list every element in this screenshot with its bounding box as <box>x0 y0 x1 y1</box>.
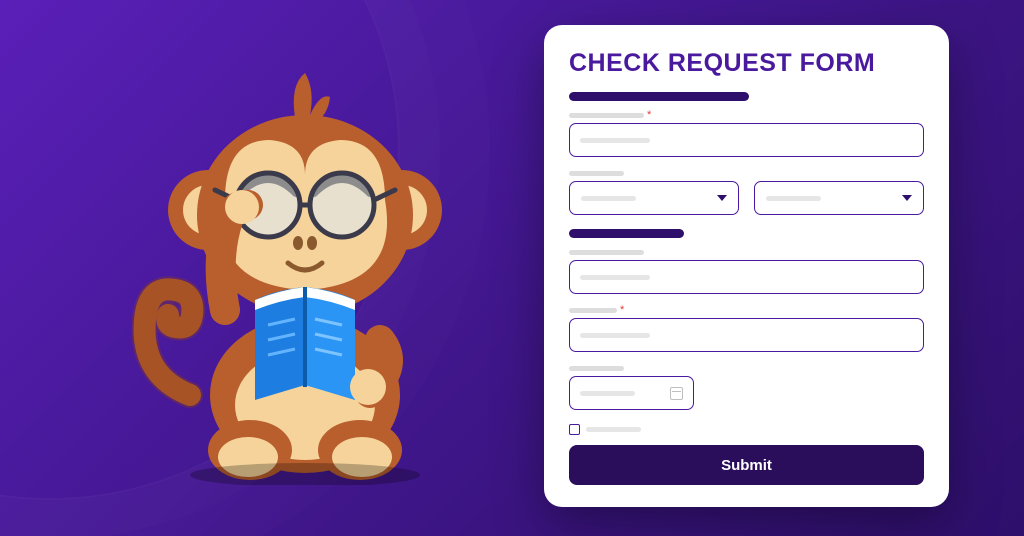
form-title: CHECK REQUEST FORM <box>569 49 924 78</box>
text-input-2[interactable] <box>569 260 924 294</box>
field-1-label: * <box>569 113 924 118</box>
mascot-monkey-reading <box>120 65 480 485</box>
checkbox-agree[interactable] <box>569 424 580 435</box>
date-input[interactable] <box>569 376 694 410</box>
section-heading-1 <box>569 92 749 101</box>
required-indicator: * <box>647 113 651 118</box>
field-3-label <box>569 250 924 255</box>
field-5-label <box>569 366 924 371</box>
text-input-1[interactable] <box>569 123 924 157</box>
text-input-3[interactable] <box>569 318 924 352</box>
submit-button[interactable]: Submit <box>569 445 924 485</box>
chevron-down-icon <box>717 195 727 201</box>
checkbox-label <box>586 427 641 432</box>
field-4-label: * <box>569 308 924 313</box>
select-field-1[interactable] <box>569 181 739 215</box>
check-request-form-card: CHECK REQUEST FORM * * <box>544 25 949 507</box>
field-2-label <box>569 171 924 176</box>
required-indicator: * <box>620 308 624 313</box>
select-field-2[interactable] <box>754 181 924 215</box>
calendar-icon <box>670 387 683 400</box>
chevron-down-icon <box>902 195 912 201</box>
section-heading-2 <box>569 229 684 238</box>
